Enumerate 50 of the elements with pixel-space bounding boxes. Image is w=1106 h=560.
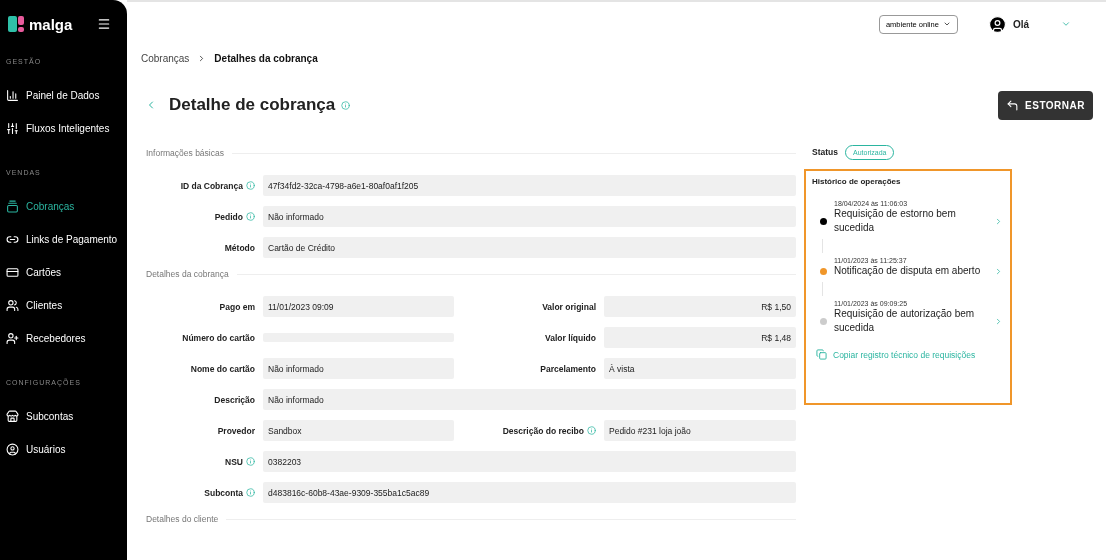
field-label: Pedido — [214, 211, 243, 222]
sidebar-item[interactable]: Fluxos Inteligentes — [0, 112, 127, 145]
history-title: Histórico de operações — [812, 177, 902, 186]
history-event[interactable]: Notificação de disputa em aberto — [834, 264, 994, 278]
field-label: Número do cartão — [182, 332, 255, 343]
field-value: Pedido #231 loja joão — [604, 420, 796, 441]
history-event[interactable]: Requisição de autorização bem sucedida — [834, 307, 994, 335]
status-label: Status — [812, 147, 838, 157]
field-label: Nome do cartão — [190, 363, 255, 374]
sidebar-item[interactable]: Subcontas — [0, 400, 127, 433]
field-label: Subconta — [204, 487, 243, 498]
refund-button[interactable]: ESTORNAR — [998, 90, 1093, 120]
field-label: Descrição do recibo — [502, 425, 584, 436]
field-value: Não informado — [263, 358, 454, 379]
field-label: NSU — [225, 456, 243, 467]
field-label: Valor original — [542, 301, 596, 312]
sidebar-item[interactable]: Recebedores — [0, 322, 127, 355]
field-label: Valor líquido — [545, 332, 596, 343]
greeting: Olá — [1012, 18, 1029, 30]
history-event[interactable]: Requisição de estorno bem sucedida — [834, 207, 994, 235]
field-label: Método — [224, 242, 255, 253]
sidebar-item[interactable]: Cobranças — [0, 190, 127, 223]
field-value: Sandbox — [263, 420, 454, 441]
sidebar-item[interactable]: Painel de Dados — [0, 79, 127, 112]
section-title: Detalhes do cliente — [146, 514, 219, 524]
sidebar-item[interactable]: Usuários — [0, 433, 127, 466]
field-value: 47f34fd2-32ca-4798-a6e1-80af0af1f205 — [263, 175, 796, 196]
section-title: Detalhes da cobrança — [146, 269, 229, 279]
field-label: Descrição — [214, 394, 255, 405]
field-value: 11/01/2023 09:09 — [263, 296, 454, 317]
breadcrumb-item: Detalhes da cobrança — [214, 52, 318, 64]
field-value: R$ 1,48 — [604, 327, 796, 348]
page-title: Detalhe de cobrança — [169, 95, 336, 115]
field-value: R$ 1,50 — [604, 296, 796, 317]
sidebar-item[interactable]: Cartões — [0, 256, 127, 289]
field-label: ID da Cobrança — [180, 180, 243, 191]
section-title: Informações básicas — [146, 148, 224, 158]
field-value: Não informado — [263, 389, 796, 410]
field-value: d483816c-60b8-43ae-9309-355ba1c5ac89 — [263, 482, 796, 503]
field-value: 0382203 — [263, 451, 796, 472]
field-value: Não informado — [263, 206, 796, 227]
field-label: Parcelamento — [540, 363, 596, 374]
field-label: Provedor — [217, 425, 255, 436]
sidebar-item[interactable]: Clientes — [0, 289, 127, 322]
field-value: À vista — [604, 358, 796, 379]
field-label: Pago em — [219, 301, 255, 312]
field-value: Cartão de Crédito — [263, 237, 796, 258]
logo-text: malga — [29, 15, 73, 33]
sidebar-item[interactable]: Links de Pagamento — [0, 223, 127, 256]
breadcrumb-item[interactable]: Cobranças — [141, 52, 190, 64]
